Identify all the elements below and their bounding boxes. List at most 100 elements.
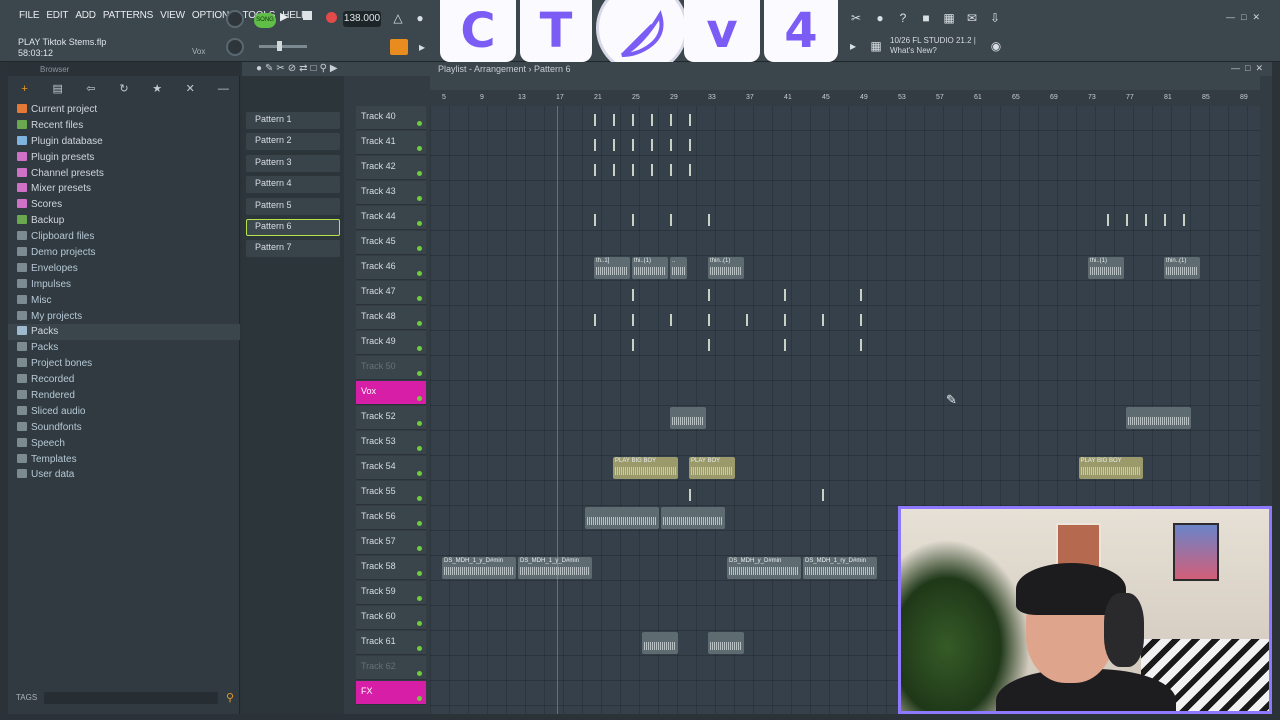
menu-add[interactable]: ADD <box>72 10 100 21</box>
note-marker[interactable] <box>632 114 634 126</box>
note-marker[interactable] <box>860 314 862 326</box>
note-marker[interactable] <box>632 139 634 151</box>
tags-search-input[interactable] <box>44 692 218 704</box>
pattern-item[interactable]: Pattern 3 <box>246 153 340 174</box>
save-icon[interactable]: ■ <box>918 10 934 26</box>
track-mute-led[interactable] <box>417 421 422 426</box>
stop-button[interactable] <box>303 11 312 20</box>
note-marker[interactable] <box>594 164 596 176</box>
browser-item[interactable]: User data <box>8 467 240 483</box>
collapse-icon[interactable]: — <box>207 80 240 98</box>
window-controls[interactable]: —□✕ <box>1226 12 1266 23</box>
note-marker[interactable] <box>689 114 691 126</box>
track-header[interactable]: Track 56 <box>356 506 426 530</box>
browser-item[interactable]: Recorded <box>8 372 240 388</box>
note-marker[interactable] <box>708 289 710 301</box>
track-header[interactable]: Track 46 <box>356 256 426 280</box>
wait-input-icon[interactable]: ● <box>412 10 428 26</box>
note-marker[interactable] <box>689 489 691 501</box>
note-marker[interactable] <box>784 339 786 351</box>
browser-item[interactable]: Scores <box>8 197 240 213</box>
track-mute-led[interactable] <box>417 346 422 351</box>
track-mute-led[interactable] <box>417 446 422 451</box>
snap-button[interactable] <box>390 39 408 55</box>
track-header[interactable]: Track 50 <box>356 356 426 380</box>
note-marker[interactable] <box>708 214 710 226</box>
browser-item[interactable]: Impulses <box>8 277 240 293</box>
play-button[interactable]: ▶ <box>280 10 288 23</box>
playlist-window-controls[interactable]: —□✕ <box>1231 63 1268 74</box>
track-mute-led[interactable] <box>417 646 422 651</box>
browser-item[interactable]: Packs <box>8 324 240 341</box>
master-volume-slider[interactable] <box>259 41 307 51</box>
audio-clip[interactable]: thin..(1) <box>1164 257 1200 279</box>
audio-clip[interactable] <box>708 632 744 654</box>
browser-item[interactable]: Plugin database <box>8 134 240 150</box>
star-icon[interactable]: ★ <box>141 80 174 98</box>
track-mute-led[interactable] <box>417 121 422 126</box>
note-marker[interactable] <box>670 114 672 126</box>
track-mute-led[interactable] <box>417 146 422 151</box>
audio-clip[interactable]: PLAY BOY <box>689 457 735 479</box>
track-mute-led[interactable] <box>417 521 422 526</box>
track-mute-led[interactable] <box>417 321 422 326</box>
news-panel[interactable]: 10/26 FL STUDIO 21.2 | What's New? <box>890 36 976 56</box>
track-header[interactable]: Track 43 <box>356 181 426 205</box>
globe-icon[interactable]: ◉ <box>988 38 1004 54</box>
track-mute-led[interactable] <box>417 246 422 251</box>
browser-item[interactable]: Sliced audio <box>8 404 240 420</box>
track-header[interactable]: Track 60 <box>356 606 426 630</box>
pattern-item[interactable]: Pattern 7 <box>246 238 340 259</box>
cut-icon[interactable]: ✂ <box>848 10 864 26</box>
track-mute-led[interactable] <box>417 496 422 501</box>
timeline-ruler[interactable] <box>430 76 1260 90</box>
track-header[interactable]: FX <box>356 681 426 705</box>
track-mute-led[interactable] <box>417 671 422 676</box>
track-mute-led[interactable] <box>417 571 422 576</box>
playhead[interactable] <box>557 106 558 714</box>
pattern-item[interactable]: Pattern 6 <box>246 217 340 238</box>
track-header[interactable]: Track 62 <box>356 656 426 680</box>
pattern-item[interactable]: Pattern 2 <box>246 131 340 152</box>
track-mute-led[interactable] <box>417 271 422 276</box>
search-icon[interactable]: ⚲ <box>226 691 234 704</box>
note-marker[interactable] <box>689 164 691 176</box>
metronome-icon[interactable]: △ <box>390 10 406 26</box>
track-mute-led[interactable] <box>417 471 422 476</box>
browser-item[interactable]: Channel presets <box>8 166 240 182</box>
audio-clip[interactable]: PLAY BIG BOY <box>1078 457 1143 479</box>
audio-clip[interactable] <box>584 507 659 529</box>
help-icon[interactable]: ? <box>895 10 911 26</box>
mixer-icon[interactable]: ▦ <box>868 38 884 54</box>
chat-icon[interactable]: ✉ <box>964 10 980 26</box>
tempo-display[interactable]: 138.000 <box>343 11 381 27</box>
menu-view[interactable]: VIEW <box>157 10 189 21</box>
track-header[interactable]: Track 54 <box>356 456 426 480</box>
note-marker[interactable] <box>594 314 596 326</box>
browser-item[interactable]: Packs <box>8 340 240 356</box>
track-header[interactable]: Track 53 <box>356 431 426 455</box>
note-marker[interactable] <box>746 314 748 326</box>
pattern-item[interactable]: Pattern 5 <box>246 196 340 217</box>
audio-clip[interactable]: thi..(1) <box>632 257 668 279</box>
audio-clip[interactable]: DS_MDH_1_y_D#min <box>518 557 592 579</box>
browser-item[interactable]: Demo projects <box>8 245 240 261</box>
note-marker[interactable] <box>632 314 634 326</box>
note-marker[interactable] <box>1164 214 1166 226</box>
track-header[interactable]: Track 47 <box>356 281 426 305</box>
playlist-tools[interactable]: ●✎✂⊘⇄□⚲▶ <box>256 63 341 74</box>
track-header[interactable]: Track 49 <box>356 331 426 355</box>
track-header[interactable]: Track 44 <box>356 206 426 230</box>
note-marker[interactable] <box>860 289 862 301</box>
track-mute-led[interactable] <box>417 371 422 376</box>
track-header[interactable]: Track 58 <box>356 556 426 580</box>
note-marker[interactable] <box>594 214 596 226</box>
browser-item[interactable]: Speech <box>8 436 240 452</box>
track-header[interactable]: Track 41 <box>356 131 426 155</box>
note-marker[interactable] <box>1107 214 1109 226</box>
note-marker[interactable] <box>670 314 672 326</box>
audio-clip[interactable] <box>670 407 706 429</box>
audio-clip[interactable]: .. <box>670 257 687 279</box>
audio-clip[interactable]: DS_MDH_1_y_D#min <box>442 557 516 579</box>
note-marker[interactable] <box>670 164 672 176</box>
